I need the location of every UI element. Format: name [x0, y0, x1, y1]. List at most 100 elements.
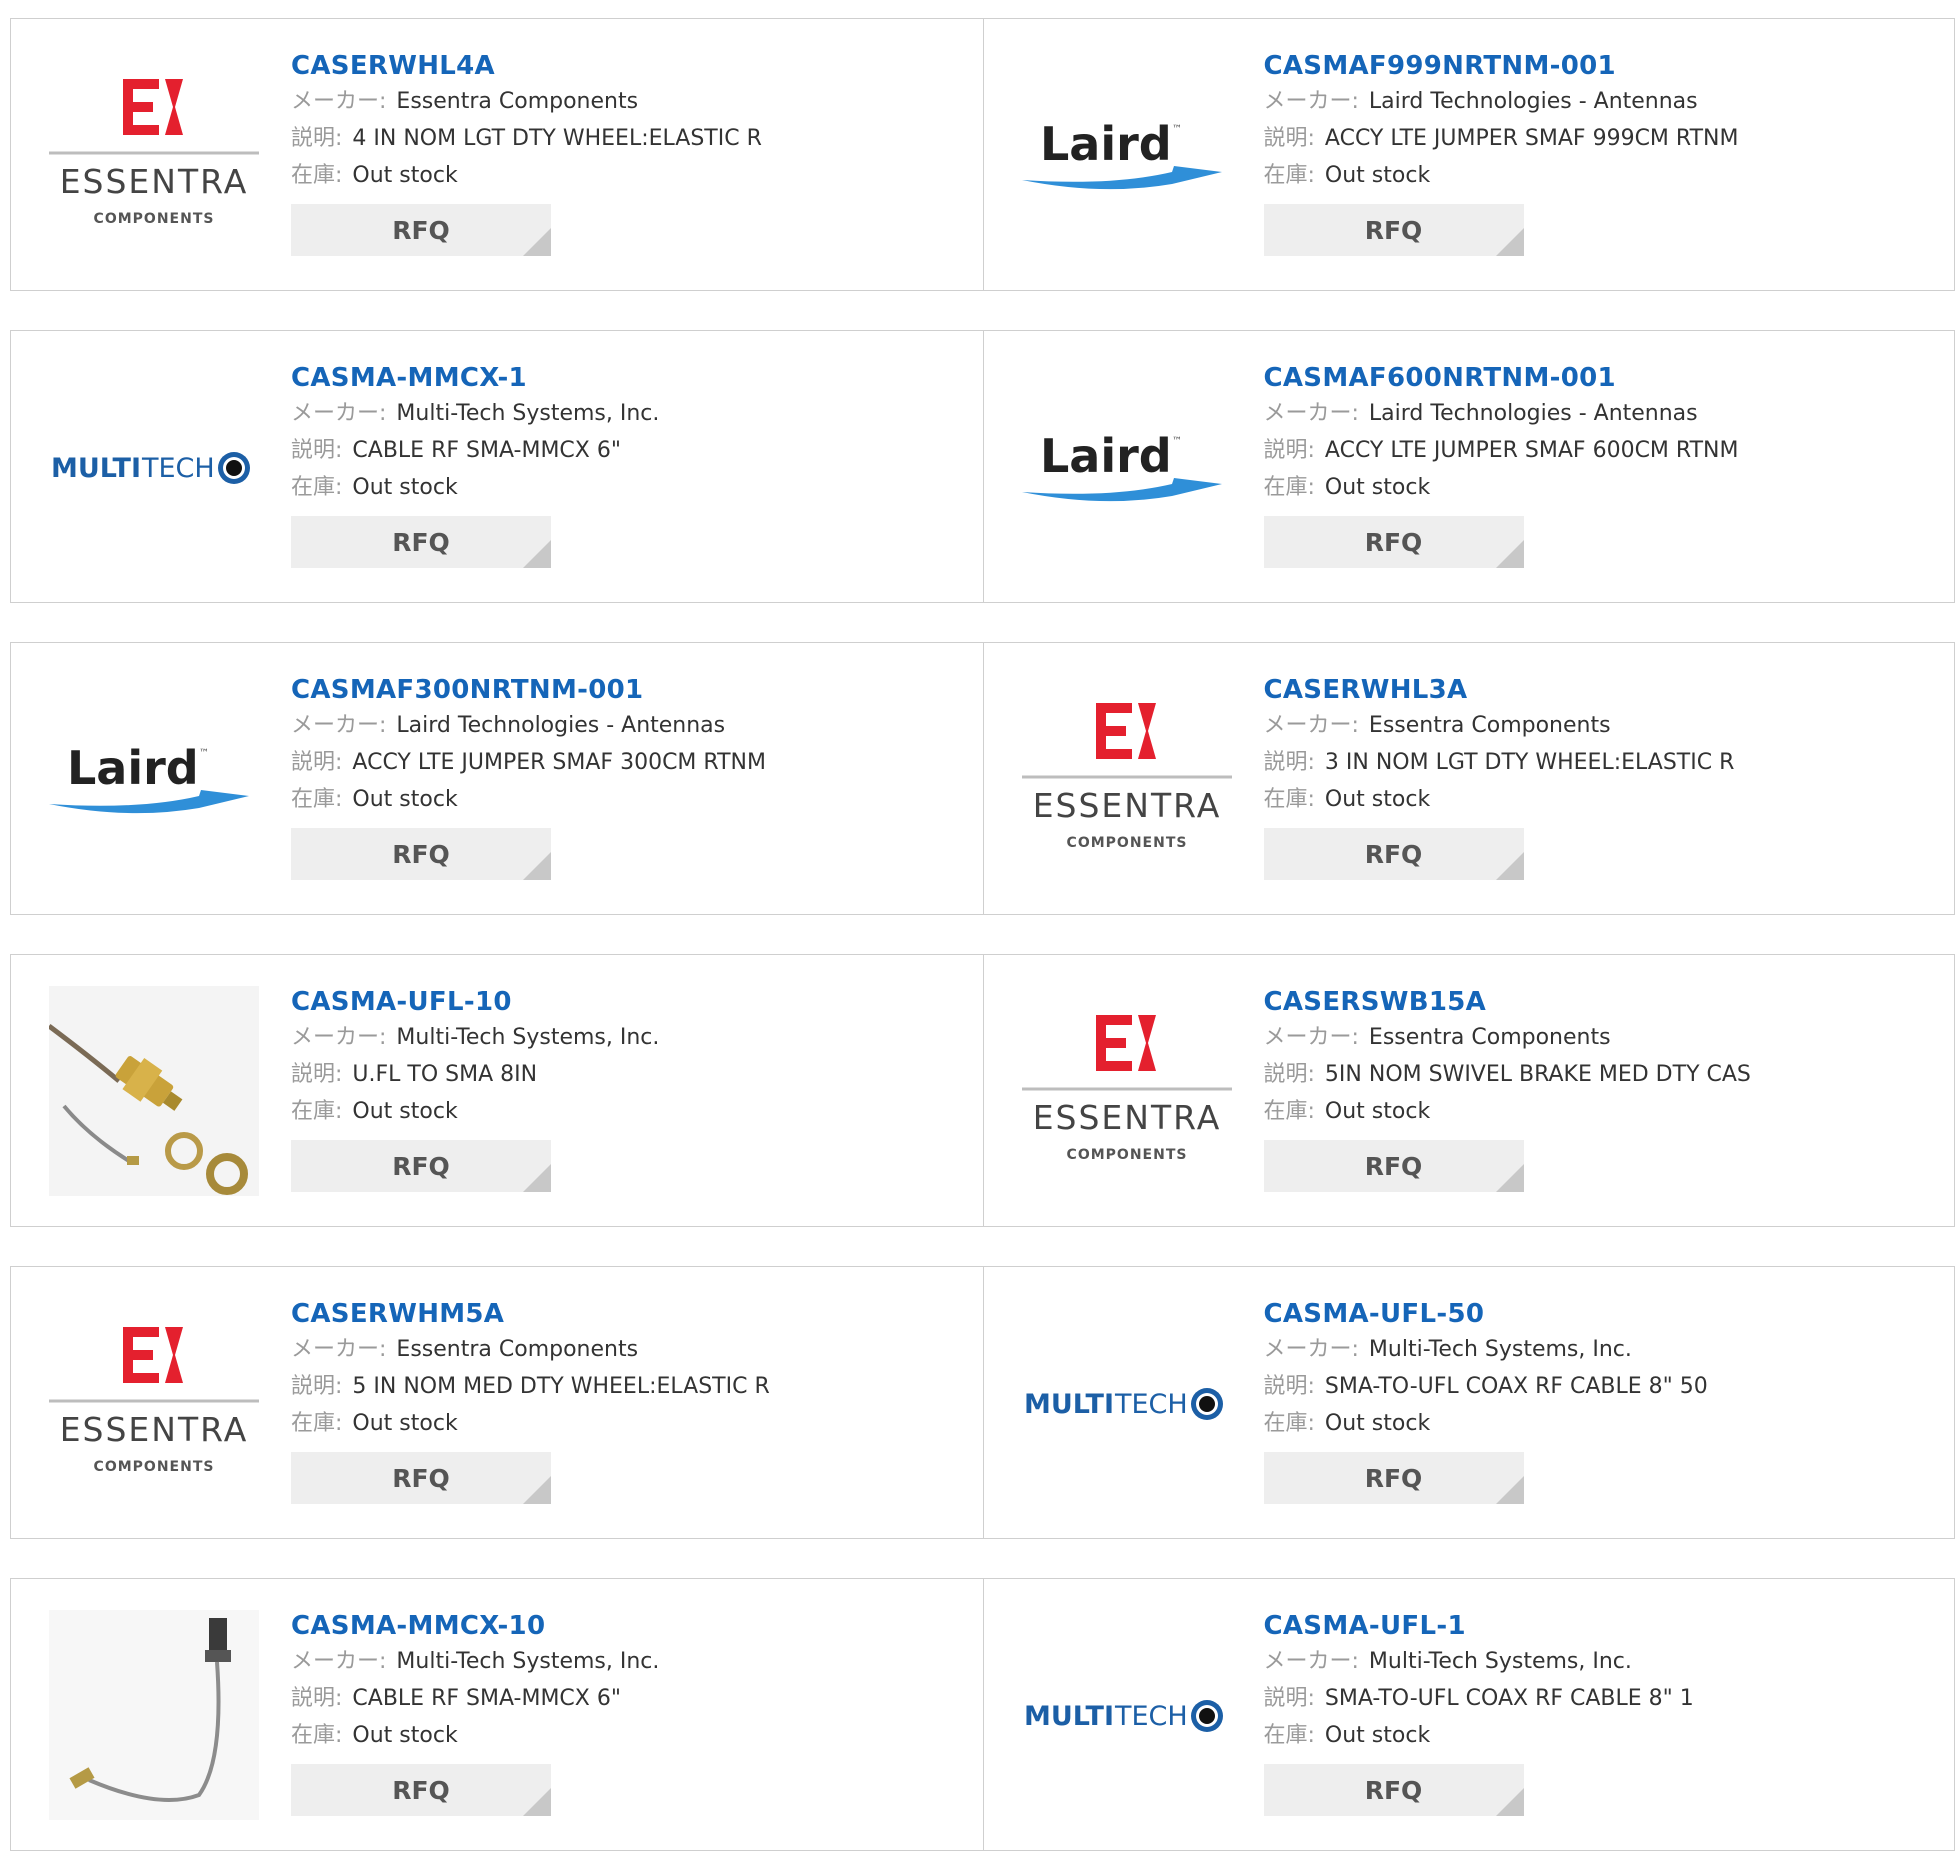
stock-value: Out stock — [1324, 1099, 1431, 1124]
description-line: 説明: U.FL TO SMA 8IN — [291, 1056, 973, 1093]
product-info: CASMA-MMCX-10 メーカー: Multi-Tech Systems, I… — [291, 1609, 973, 1816]
rfq-label: RFQ — [1364, 215, 1423, 245]
maker-line: メーカー: Multi-Tech Systems, Inc. — [1264, 1643, 1945, 1680]
maker-line: メーカー: Essentra Components — [291, 83, 973, 120]
maker-value: Essentra Components — [1368, 713, 1611, 738]
product-card: MULTI TECH CASMA-MMCX-1 メーカー: Multi-Tech … — [11, 331, 983, 602]
stock-value: Out stock — [352, 1723, 458, 1748]
essentra-wordmark: ESSENTRA — [60, 1410, 249, 1449]
corner-triangle-icon — [523, 1788, 551, 1816]
product-row: CASMA-MMCX-10 メーカー: Multi-Tech Systems, I… — [10, 1578, 1955, 1851]
rfq-button[interactable]: RFQ — [291, 828, 551, 880]
description-value: SMA-TO-UFL COAX RF CABLE 8" 1 — [1324, 1686, 1694, 1711]
maker-line: メーカー: Multi-Tech Systems, Inc. — [291, 1643, 973, 1680]
multitech-wordmark-bold: MULTI — [1024, 1701, 1114, 1732]
description-value: CABLE RF SMA-MMCX 6" — [352, 438, 621, 463]
part-number-link[interactable]: CASMA-UFL-50 — [1264, 1297, 1945, 1331]
stock-line: 在庫: Out stock — [291, 781, 973, 818]
stock-value: Out stock — [1324, 163, 1431, 188]
rfq-button[interactable]: RFQ — [291, 204, 551, 256]
part-number-link[interactable]: CASMAF600NRTNM-001 — [1264, 361, 1945, 395]
laird-logo[interactable]: Laird ™ — [49, 674, 259, 884]
description-value: 3 IN NOM LGT DTY WHEEL:ELASTIC R — [1324, 750, 1735, 775]
maker-value: Laird Technologies - Antennas — [396, 713, 726, 738]
corner-triangle-icon — [1495, 1788, 1524, 1816]
stock-value: Out stock — [352, 787, 458, 812]
part-number-link[interactable]: CASMAF999NRTNM-001 — [1264, 49, 1945, 83]
maker-label: メーカー: — [291, 89, 387, 114]
corner-triangle-icon — [1495, 1476, 1524, 1504]
laird-trademark: ™ — [1172, 436, 1182, 447]
essentra-logo[interactable]: ESSENTRA COMPONENTS — [1021, 986, 1232, 1196]
cable-product-image[interactable] — [49, 985, 259, 1196]
rfq-button[interactable]: RFQ — [1263, 828, 1524, 880]
stock-line: 在庫: Out stock — [1264, 781, 1945, 818]
essentra-logo[interactable]: ESSENTRA COMPONENTS — [1021, 674, 1232, 884]
part-number-link[interactable]: CASMA-MMCX-10 — [291, 1609, 973, 1643]
essentra-wordmark: ESSENTRA — [1032, 786, 1221, 825]
part-number-link[interactable]: CASERWHM5A — [291, 1297, 973, 1331]
maker-value: Multi-Tech Systems, Inc. — [396, 401, 660, 426]
laird-logo[interactable]: Laird ™ — [1021, 362, 1232, 572]
rfq-button[interactable]: RFQ — [291, 516, 551, 568]
description-value: ACCY LTE JUMPER SMAF 999CM RTNM — [1324, 126, 1739, 151]
product-card: ESSENTRA COMPONENTS CASERSWB15A メーカー: Ess… — [982, 955, 1955, 1226]
description-value: ACCY LTE JUMPER SMAF 300CM RTNM — [352, 750, 766, 775]
stock-line: 在庫: Out stock — [291, 1093, 973, 1130]
product-row: CASMA-UFL-10 メーカー: Multi-Tech Systems, In… — [10, 954, 1955, 1227]
essentra-logo[interactable]: ESSENTRA COMPONENTS — [49, 1298, 259, 1508]
description-value: SMA-TO-UFL COAX RF CABLE 8" 50 — [1324, 1374, 1708, 1399]
description-label: 説明: — [1263, 438, 1315, 463]
part-number-link[interactable]: CASMA-UFL-10 — [291, 985, 973, 1019]
rfq-button[interactable]: RFQ — [291, 1140, 551, 1192]
rfq-button[interactable]: RFQ — [1263, 1764, 1524, 1816]
essentra-subtitle: COMPONENTS — [94, 1459, 215, 1475]
description-value: 5 IN NOM MED DTY WHEEL:ELASTIC R — [352, 1374, 770, 1399]
corner-triangle-icon — [523, 228, 551, 256]
part-number-link[interactable]: CASERWHL3A — [1264, 673, 1945, 707]
product-info: CASERWHL3A メーカー: Essentra Components 説明: 3… — [1263, 673, 1945, 880]
rfq-label: RFQ — [392, 1463, 450, 1493]
rfq-button[interactable]: RFQ — [1263, 516, 1524, 568]
stock-label: 在庫: — [291, 1411, 343, 1436]
product-row: ESSENTRA COMPONENTS CASERWHL4A メーカー: Esse… — [10, 18, 1955, 291]
rfq-label: RFQ — [392, 1151, 450, 1181]
cable-product-image[interactable] — [49, 1609, 259, 1820]
rfq-label: RFQ — [1364, 1775, 1423, 1805]
maker-label: メーカー: — [1263, 89, 1359, 114]
maker-value: Essentra Components — [1368, 1025, 1611, 1050]
corner-triangle-icon — [1495, 228, 1524, 256]
part-number-link[interactable]: CASERSWB15A — [1264, 985, 1945, 1019]
rfq-button[interactable]: RFQ — [1263, 1452, 1524, 1504]
product-card: MULTI TECH CASMA-UFL-1 メーカー: Multi-Tech S… — [982, 1579, 1955, 1850]
rfq-button[interactable]: RFQ — [1263, 1140, 1524, 1192]
essentra-logo[interactable]: ESSENTRA COMPONENTS — [49, 50, 259, 260]
part-number-link[interactable]: CASMA-MMCX-1 — [291, 361, 973, 395]
laird-logo[interactable]: Laird ™ — [1021, 50, 1232, 260]
rfq-button[interactable]: RFQ — [291, 1764, 551, 1816]
description-label: 説明: — [1263, 1374, 1315, 1399]
multitech-wordmark-bold: MULTI — [1024, 1389, 1114, 1420]
product-info: CASMA-UFL-50 メーカー: Multi-Tech Systems, In… — [1263, 1297, 1945, 1504]
laird-wordmark: Laird — [1040, 429, 1172, 483]
maker-value: Laird Technologies - Antennas — [1368, 401, 1698, 426]
part-number-link[interactable]: CASMAF300NRTNM-001 — [291, 673, 973, 707]
part-number-link[interactable]: CASERWHL4A — [291, 49, 973, 83]
stock-line: 在庫: Out stock — [291, 469, 973, 506]
rfq-label: RFQ — [392, 215, 450, 245]
rfq-button[interactable]: RFQ — [291, 1452, 551, 1504]
multitech-logo[interactable]: MULTI TECH — [1022, 1610, 1232, 1820]
maker-label: メーカー: — [291, 401, 387, 426]
rfq-button[interactable]: RFQ — [1263, 204, 1524, 256]
product-info: CASMA-MMCX-1 メーカー: Multi-Tech Systems, In… — [291, 361, 973, 568]
stock-label: 在庫: — [291, 475, 343, 500]
multitech-logo[interactable]: MULTI TECH — [1022, 1298, 1232, 1508]
part-number-link[interactable]: CASMA-UFL-1 — [1264, 1609, 1945, 1643]
essentra-wordmark: ESSENTRA — [60, 162, 249, 201]
description-label: 説明: — [291, 438, 343, 463]
corner-triangle-icon — [523, 540, 551, 568]
multitech-logo[interactable]: MULTI TECH — [49, 362, 259, 572]
description-line: 説明: 3 IN NOM LGT DTY WHEEL:ELASTIC R — [1264, 744, 1945, 781]
product-info: CASMAF300NRTNM-001 メーカー: Laird Technologi… — [291, 673, 973, 880]
description-value: 5IN NOM SWIVEL BRAKE MED DTY CAS — [1324, 1062, 1751, 1087]
